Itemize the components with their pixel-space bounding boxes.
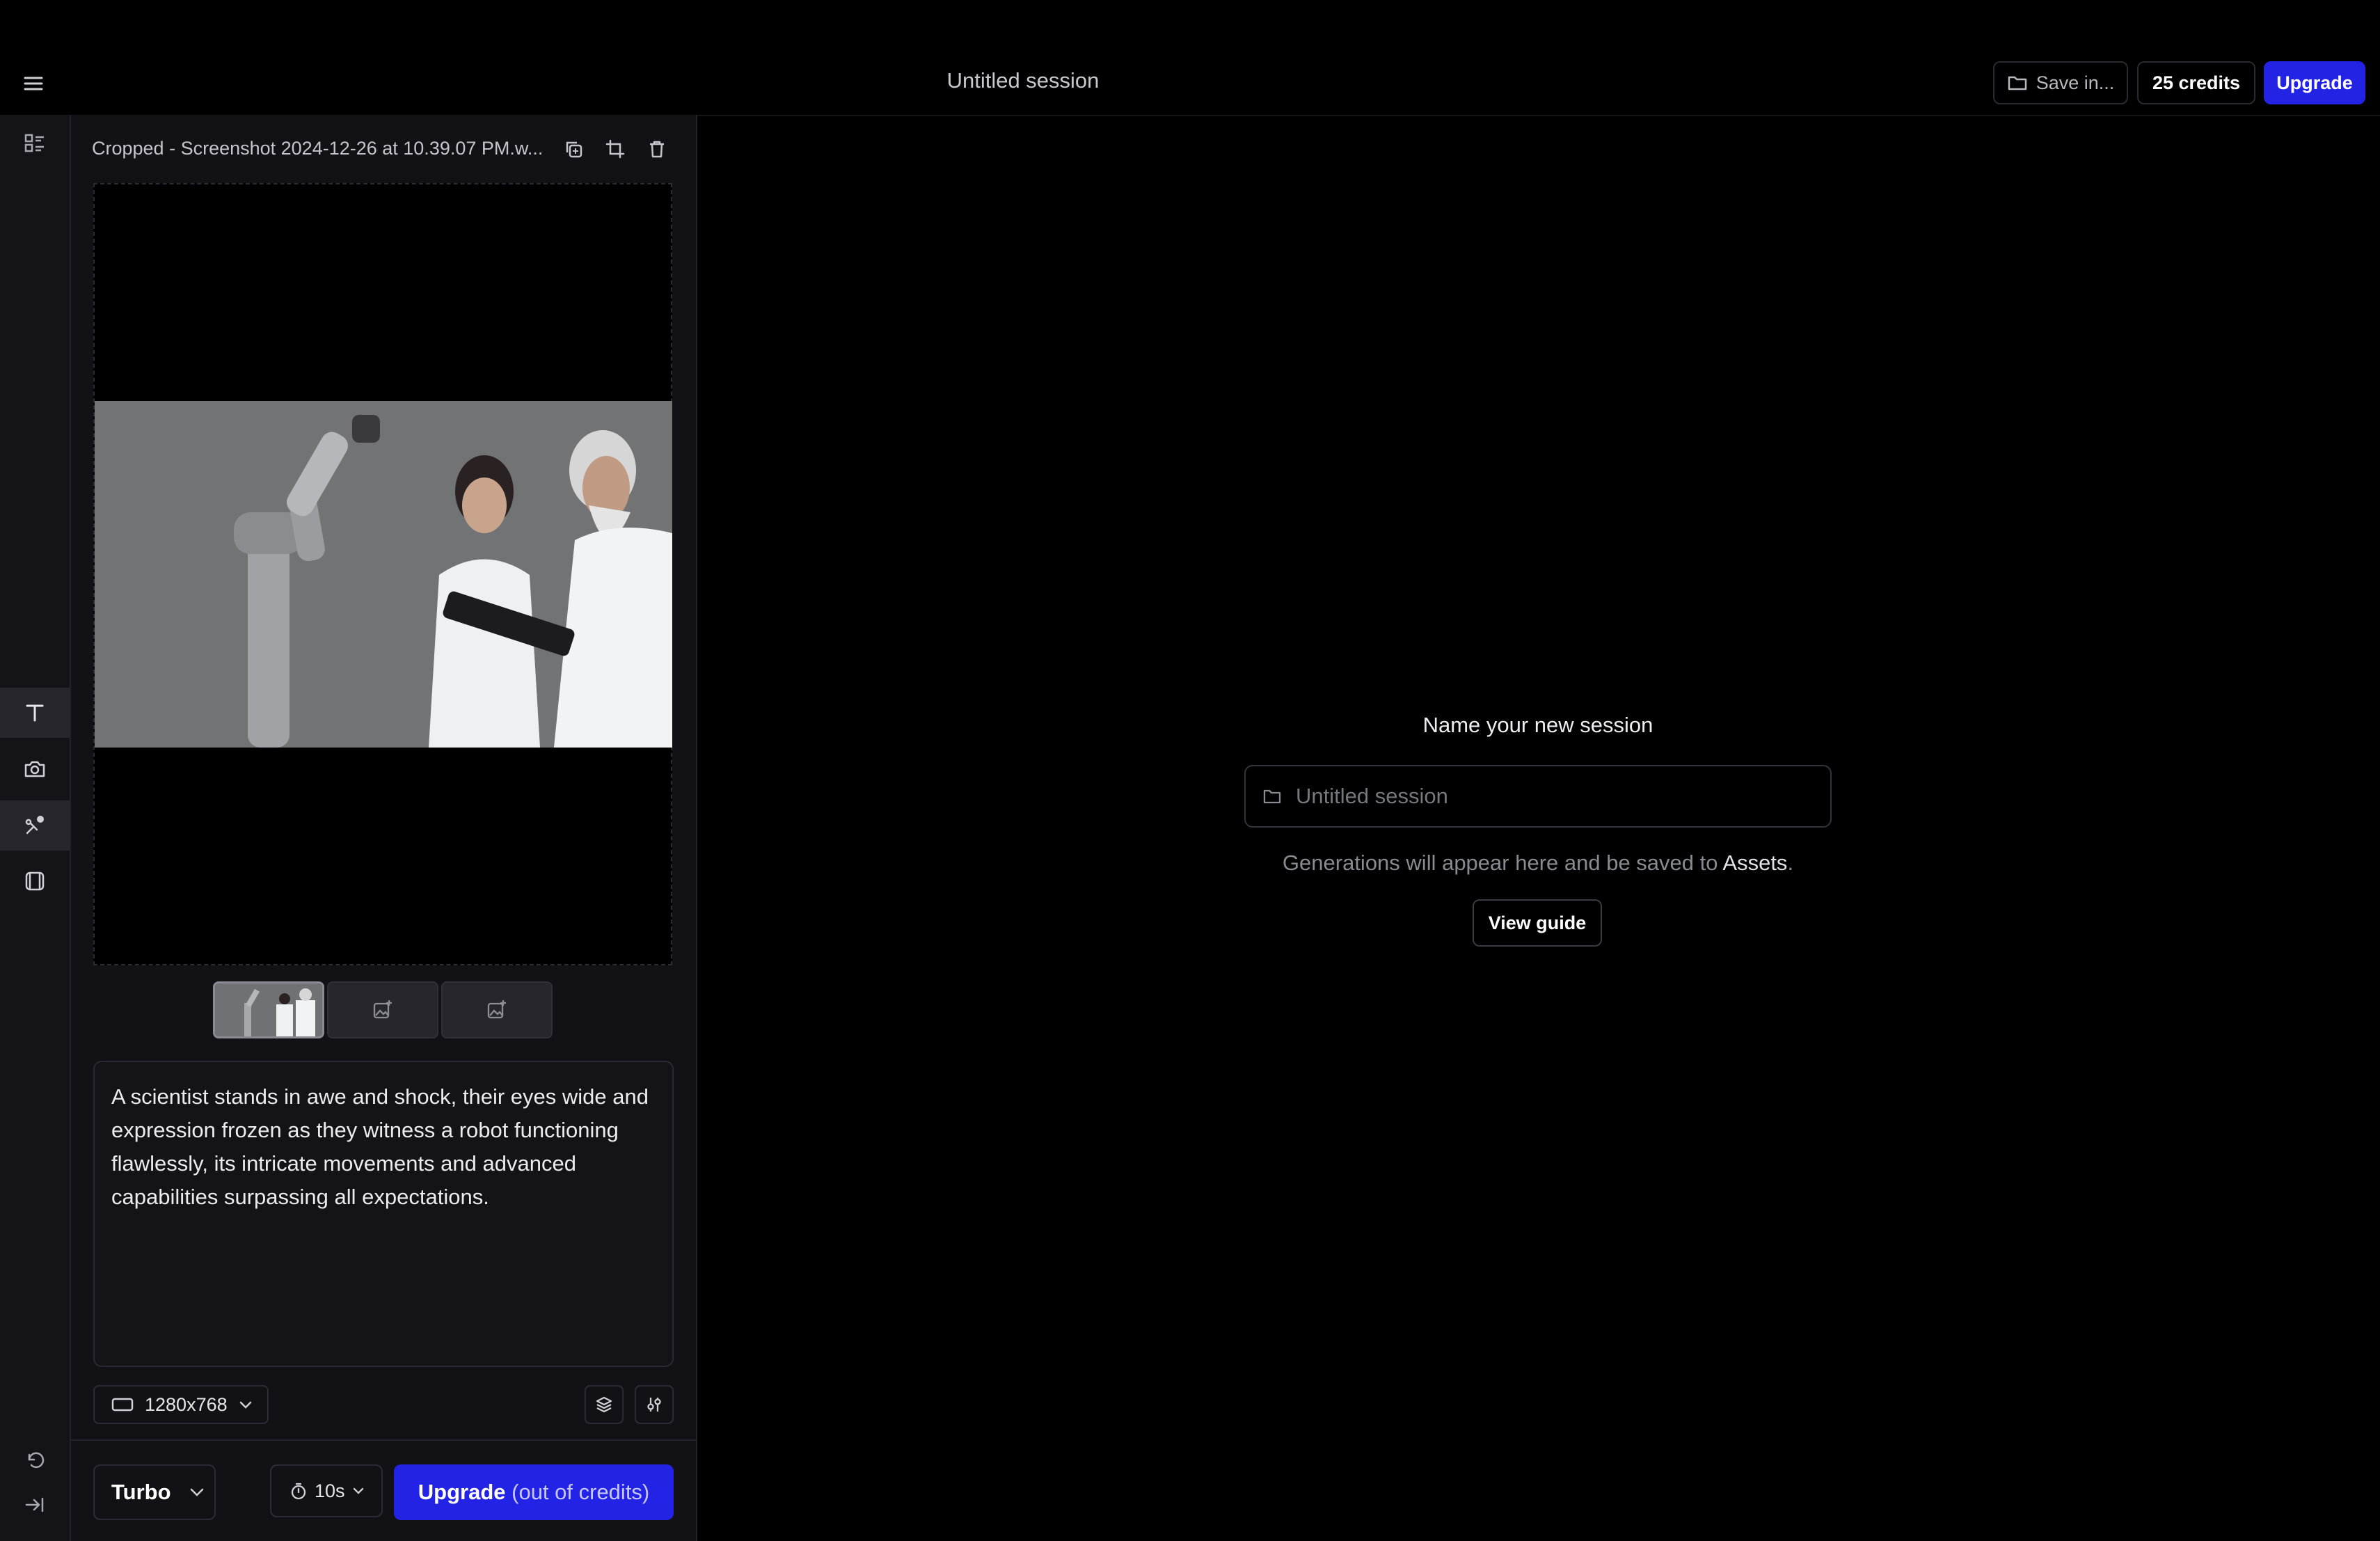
save-in-button[interactable]: Save in... (1993, 61, 2128, 104)
out-of-credits-note: (out of credits) (511, 1480, 650, 1504)
credits-button[interactable]: 25 credits (2137, 61, 2255, 104)
session-name-input[interactable] (1294, 783, 1812, 809)
model-label: Turbo (111, 1480, 171, 1504)
assets-link[interactable]: Assets (1722, 851, 1787, 875)
session-name-field[interactable] (1244, 765, 1832, 828)
view-guide-button[interactable]: View guide (1473, 899, 1602, 947)
source-image (95, 401, 672, 748)
duplicate-icon[interactable] (561, 136, 586, 161)
add-image-icon (486, 999, 508, 1021)
session-title[interactable]: Untitled session (835, 68, 1211, 93)
resolution-dropdown[interactable]: 1280x768 (93, 1385, 269, 1424)
duration-dropdown[interactable]: 10s (270, 1464, 383, 1517)
settings-button[interactable] (635, 1385, 674, 1424)
menu-icon[interactable] (19, 70, 47, 97)
add-image-slot[interactable] (327, 981, 438, 1038)
hint-text: Generations will appear here and be save… (1282, 851, 1723, 875)
chevron-down-icon (189, 1487, 205, 1497)
folder-icon (2007, 74, 2028, 92)
undo-icon[interactable] (0, 1435, 70, 1485)
resolution-label: 1280x768 (145, 1393, 228, 1415)
motion-brush-icon[interactable] (0, 800, 70, 851)
save-in-label: Save in... (2036, 72, 2115, 93)
layers-button[interactable] (585, 1385, 624, 1424)
generate-upgrade-button[interactable]: Upgrade (out of credits) (394, 1464, 674, 1520)
add-image-icon (372, 999, 394, 1021)
frames-icon[interactable] (0, 856, 70, 906)
collapse-icon[interactable] (0, 1480, 70, 1530)
prompt-text[interactable]: A scientist stands in awe and shock, the… (111, 1080, 661, 1214)
upgrade-button[interactable]: Upgrade (2264, 61, 2365, 104)
divider (71, 1439, 696, 1441)
sliders-icon (644, 1395, 664, 1414)
crop-icon[interactable] (603, 136, 628, 161)
trash-icon[interactable] (644, 136, 669, 161)
chevron-down-icon (352, 1487, 365, 1495)
generations-hint: Generations will appear here and be save… (1113, 851, 1962, 876)
gallery-icon[interactable] (0, 118, 70, 168)
upgrade-main-label: Upgrade (418, 1480, 506, 1504)
model-dropdown[interactable]: Turbo (93, 1464, 216, 1520)
add-image-slot[interactable] (441, 981, 553, 1038)
text-tool-icon[interactable] (0, 688, 70, 738)
chevron-down-icon (239, 1400, 253, 1409)
timer-icon (289, 1482, 308, 1500)
duration-label: 10s (315, 1480, 345, 1501)
hint-suffix: . (1787, 851, 1794, 875)
thumbnail-source[interactable] (213, 981, 324, 1038)
session-heading: Name your new session (1422, 713, 1653, 737)
camera-icon[interactable] (0, 744, 70, 794)
layers-icon (594, 1395, 614, 1414)
file-name: Cropped - Screenshot 2024-12-26 at 10.39… (92, 138, 544, 159)
folder-icon (1262, 788, 1282, 805)
aspect-ratio-icon (111, 1397, 134, 1412)
